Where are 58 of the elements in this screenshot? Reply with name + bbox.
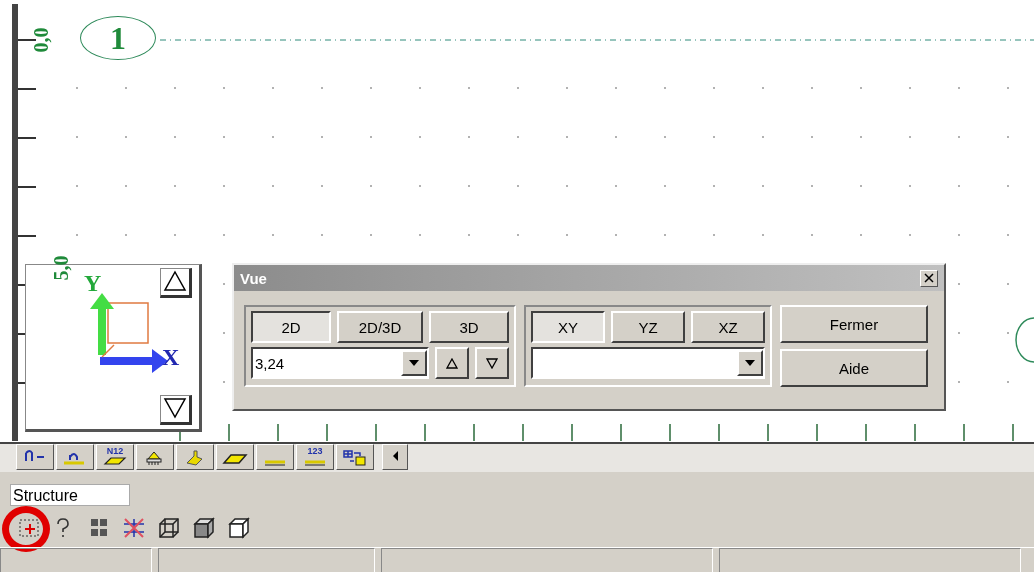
- toolbar-button[interactable]: [56, 444, 94, 470]
- axis-label: Y: [84, 271, 102, 295]
- support-icon: [146, 451, 162, 466]
- node-icon: [25, 450, 45, 462]
- dialog-button[interactable]: Fermer: [780, 305, 928, 343]
- shaded-cube-icon: [193, 517, 215, 539]
- toolbar-button[interactable]: [382, 444, 408, 470]
- plate-icon: [103, 457, 127, 465]
- coordinate-label: 5,0: [50, 255, 71, 281]
- toolbar-button[interactable]: [136, 444, 174, 470]
- cube-icon: [228, 517, 250, 539]
- help-icon: [57, 518, 69, 538]
- plane-combo[interactable]: [531, 347, 765, 379]
- axis-label: X: [162, 345, 180, 369]
- cut-icon: [123, 518, 145, 538]
- highlight-ring: [2, 506, 50, 552]
- close-button[interactable]: [920, 269, 938, 287]
- dimension-icon: [264, 460, 286, 466]
- close-icon: [924, 273, 934, 283]
- toolbar-button[interactable]: N12: [96, 444, 134, 470]
- plate-icon: [222, 454, 248, 464]
- toolbar-button[interactable]: 123: [296, 444, 334, 470]
- mode-button[interactable]: 2D/3D: [337, 311, 423, 343]
- coordinate-label: 0,0: [30, 27, 51, 53]
- zoom-combo[interactable]: 3,24: [251, 347, 429, 379]
- toolbar-button[interactable]: [216, 444, 254, 470]
- rotate-down-button[interactable]: [160, 395, 192, 425]
- node-icon: [64, 453, 84, 465]
- wire-cube-icon: [159, 518, 179, 538]
- dropdown-button[interactable]: [737, 350, 763, 376]
- dialog-button[interactable]: Aide: [780, 349, 928, 387]
- swap-icon: [343, 450, 366, 466]
- toolbar-button[interactable]: [256, 444, 294, 470]
- grid-icon: [91, 519, 107, 536]
- plane-button[interactable]: YZ: [611, 311, 685, 343]
- plane-button[interactable]: XY: [531, 311, 605, 343]
- rotate-up-button[interactable]: [160, 268, 192, 298]
- triangle-up-icon: [163, 269, 187, 291]
- arrow-left-icon: [392, 451, 398, 461]
- zoom-window-icon: [19, 519, 39, 537]
- toolbar-button[interactable]: [16, 444, 54, 470]
- triangle-down-icon: [486, 357, 498, 369]
- step-down-button[interactable]: [475, 347, 509, 379]
- dropdown-button[interactable]: [401, 350, 427, 376]
- load-icon: [186, 450, 203, 466]
- caret-icon: [409, 360, 419, 366]
- axis-marker-arc: [1015, 317, 1034, 363]
- toolbar-button[interactable]: [336, 444, 374, 470]
- triangle-up-icon: [446, 357, 458, 369]
- dialog-title: Vue: [240, 269, 267, 287]
- plane-button[interactable]: XZ: [691, 311, 765, 343]
- toolbar-button[interactable]: [176, 444, 214, 470]
- mode-button[interactable]: 2D: [251, 311, 331, 343]
- step-up-button[interactable]: [435, 347, 469, 379]
- triangle-down-icon: [163, 397, 187, 419]
- panel-label: Structure: [10, 484, 130, 506]
- caret-icon: [745, 360, 755, 366]
- mode-button[interactable]: 3D: [429, 311, 509, 343]
